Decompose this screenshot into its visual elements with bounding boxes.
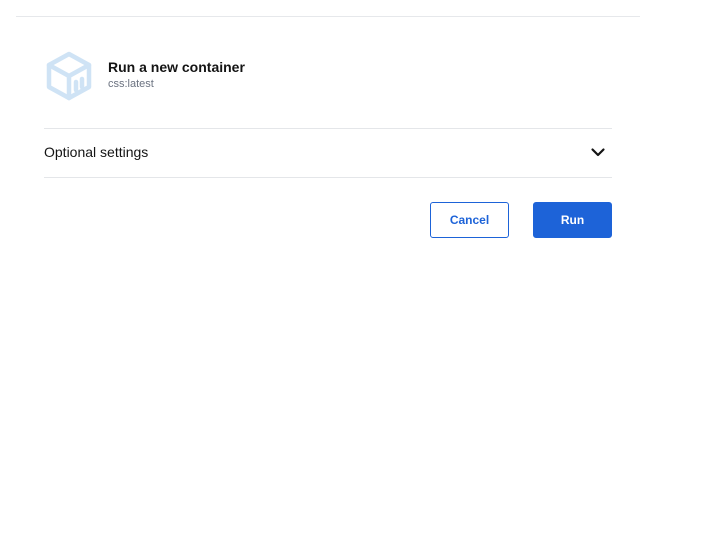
top-divider [16,16,640,17]
header-text: Run a new container css:latest [108,58,245,91]
dialog-header: Run a new container css:latest [44,50,245,102]
container-cube-icon [46,51,92,101]
dialog-title: Run a new container [108,58,245,75]
chevron-down-icon[interactable] [590,144,606,160]
cancel-button[interactable]: Cancel [430,202,509,238]
optional-settings-label: Optional settings [44,144,149,160]
run-button[interactable]: Run [533,202,612,238]
run-container-dialog: Run a new container css:latest Optional … [0,0,720,540]
divider [44,177,612,178]
dialog-actions: Cancel Run [430,202,612,238]
image-name: css:latest [108,77,154,90]
optional-settings-toggle[interactable]: Optional settings [44,129,612,177]
